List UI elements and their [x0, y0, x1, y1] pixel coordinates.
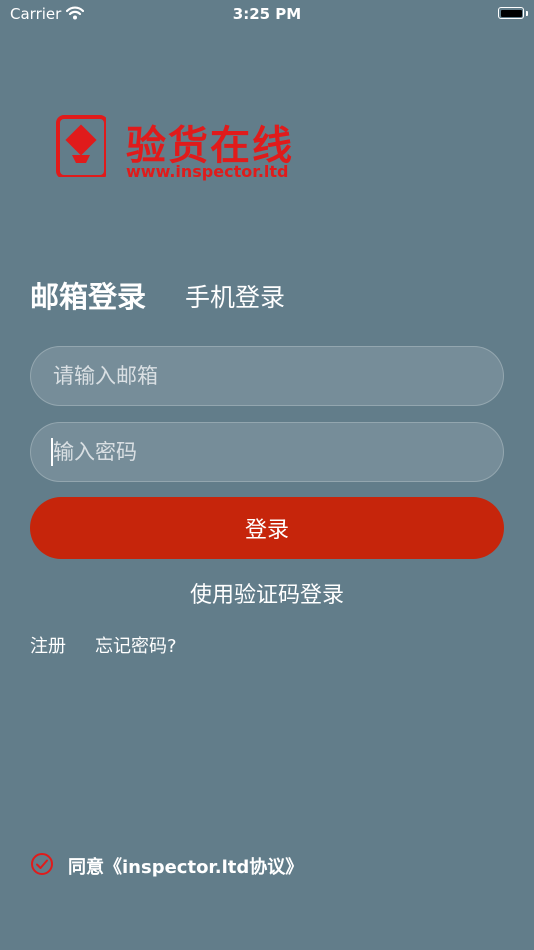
tab-phone-login[interactable]: 手机登录 [185, 278, 285, 314]
carrier-label: Carrier [10, 5, 62, 23]
logo-url: www.inspector.ltd [126, 162, 289, 181]
code-login-row: 使用验证码登录 [0, 577, 534, 609]
status-bar: Carrier 3:25 PM [0, 0, 534, 28]
agreement-text[interactable]: 同意《inspector.ltd协议》 [68, 853, 303, 879]
wifi-icon [65, 5, 85, 24]
check-circle-icon[interactable] [30, 852, 54, 880]
code-login-link[interactable]: 使用验证码登录 [190, 583, 344, 608]
battery-cap [526, 11, 528, 16]
logo-mark-icon [56, 115, 106, 177]
password-input[interactable] [30, 422, 504, 482]
app-logo: 验货在线 www.inspector.ltd [56, 115, 296, 181]
login-button[interactable]: 登录 [30, 497, 504, 559]
forgot-password-link[interactable]: 忘记密码? [95, 632, 177, 658]
email-input[interactable] [30, 346, 504, 406]
register-link[interactable]: 注册 [30, 632, 66, 658]
battery-icon [498, 7, 524, 19]
tab-email-login[interactable]: 邮箱登录 [30, 274, 146, 316]
